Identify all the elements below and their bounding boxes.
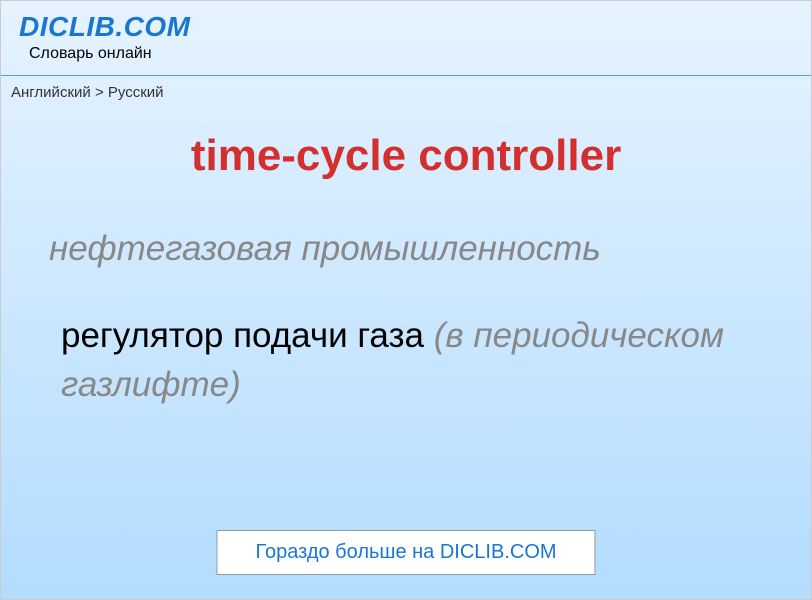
breadcrumb: Английский > Русский	[1, 84, 811, 101]
breadcrumb-from[interactable]: Английский	[11, 84, 91, 101]
breadcrumb-to[interactable]: Русский	[108, 84, 164, 101]
cta-box[interactable]: Гораздо больше на DICLIB.COM	[216, 530, 595, 575]
divider	[1, 75, 811, 76]
breadcrumb-separator: >	[95, 84, 104, 101]
category-label: нефтегазовая промышленность	[1, 229, 811, 269]
definition-main: регулятор подачи газа	[61, 316, 424, 355]
cta-text: Гораздо больше на DICLIB.COM	[255, 541, 556, 563]
definition-block: регулятор подачи газа (в периодическом г…	[1, 311, 811, 409]
site-name[interactable]: DICLIB.COM	[19, 11, 793, 43]
main-term: time-cycle controller	[1, 131, 811, 181]
header: DICLIB.COM Словарь онлайн	[1, 1, 811, 67]
subtitle: Словарь онлайн	[29, 45, 793, 63]
